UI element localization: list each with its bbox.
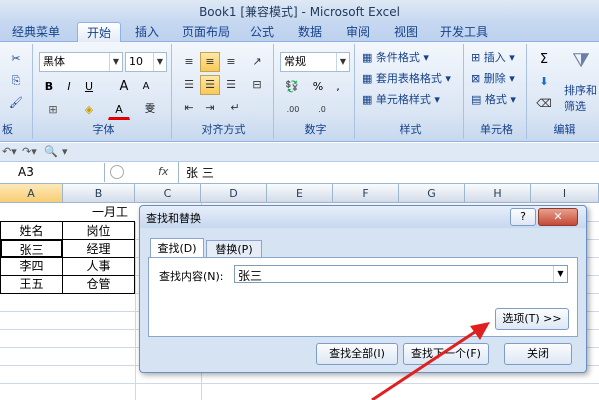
- arrow-head: [470, 322, 490, 340]
- arrow-shaft: [371, 328, 479, 400]
- annotation-arrow: [371, 322, 490, 400]
